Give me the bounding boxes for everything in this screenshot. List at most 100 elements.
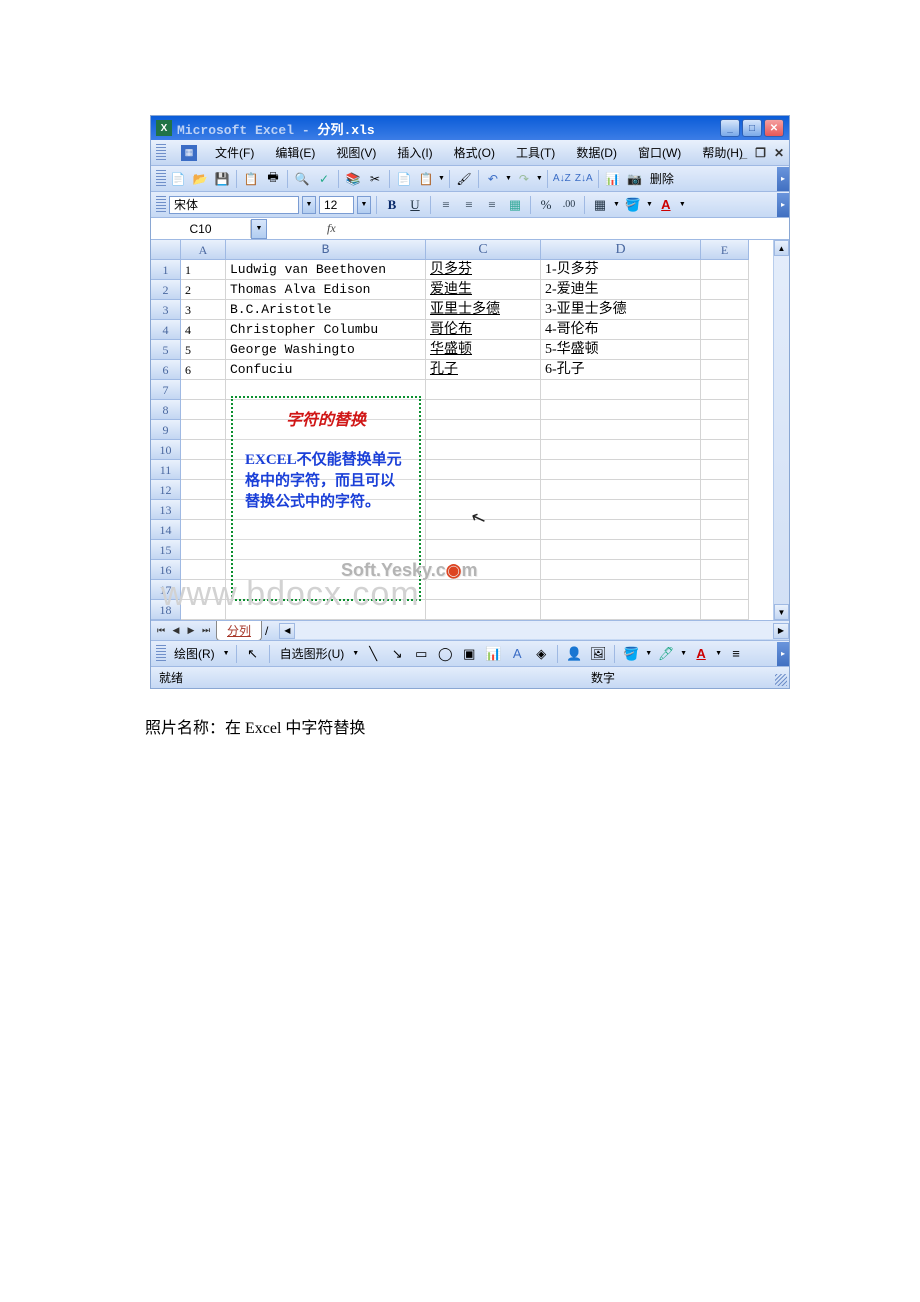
oval-icon[interactable]: ◯	[435, 644, 455, 664]
scroll-up-icon[interactable]: ▲	[774, 240, 789, 256]
fx-label[interactable]: fx	[267, 221, 376, 236]
scroll-left-icon[interactable]: ◀	[279, 623, 295, 639]
row-header[interactable]: 6	[151, 360, 181, 380]
undo-dropdown[interactable]: ▼	[505, 175, 512, 182]
cell[interactable]	[541, 540, 701, 560]
select-all-corner[interactable]	[151, 240, 181, 260]
row-header[interactable]: 14	[151, 520, 181, 540]
row-header[interactable]: 12	[151, 480, 181, 500]
cell[interactable]	[541, 480, 701, 500]
toolbar-delete[interactable]: 删除	[647, 168, 677, 189]
cell[interactable]	[226, 580, 426, 600]
merge-center-icon[interactable]: ▦	[505, 195, 525, 215]
name-box-dropdown-icon[interactable]: ▼	[251, 219, 267, 239]
cell[interactable]	[181, 480, 226, 500]
cell[interactable]	[701, 480, 749, 500]
paste-icon[interactable]: 📋	[416, 169, 436, 189]
clipart-icon[interactable]: 👤	[564, 644, 584, 664]
cell[interactable]: 5	[181, 340, 226, 360]
cell[interactable]: 4-哥伦布	[541, 320, 701, 340]
toolbar-expand-icon[interactable]: ▸	[777, 167, 789, 191]
bold-button[interactable]: B	[382, 195, 402, 215]
autoshapes-menu[interactable]: 自选图形(U)	[276, 643, 349, 664]
font-name-select[interactable]: 宋体	[169, 196, 299, 214]
cell[interactable]	[701, 400, 749, 420]
menu-edit[interactable]: 编辑(E)	[272, 142, 318, 163]
cell[interactable]	[226, 380, 426, 400]
scroll-down-icon[interactable]: ▼	[774, 604, 789, 620]
camera-icon[interactable]: 📷	[625, 169, 645, 189]
cell[interactable]: 2-爱迪生	[541, 280, 701, 300]
scroll-right-icon[interactable]: ▶	[773, 623, 789, 639]
cell[interactable]	[181, 400, 226, 420]
print-preview-icon[interactable]: 🔍	[292, 169, 312, 189]
drawing-expand-icon[interactable]: ▸	[777, 642, 789, 666]
cell[interactable]: 孔子	[426, 360, 541, 380]
rectangle-icon[interactable]: ▭	[411, 644, 431, 664]
picture-icon[interactable]: 🖼	[588, 644, 608, 664]
cell[interactable]	[701, 460, 749, 480]
cell[interactable]: Thomas Alva Edison	[226, 280, 426, 300]
row-header[interactable]: 2	[151, 280, 181, 300]
row-header[interactable]: 3	[151, 300, 181, 320]
row-header[interactable]: 17	[151, 580, 181, 600]
cell[interactable]	[226, 460, 426, 480]
diagram-icon[interactable]: ◈	[531, 644, 551, 664]
cell[interactable]	[226, 420, 426, 440]
wordart-icon[interactable]: A	[507, 644, 527, 664]
row-header[interactable]: 8	[151, 400, 181, 420]
font-name-dropdown-icon[interactable]: ▼	[302, 196, 316, 214]
new-icon[interactable]: 📄	[168, 169, 188, 189]
cell[interactable]	[181, 460, 226, 480]
col-header-e[interactable]: E	[701, 240, 749, 260]
cell[interactable]	[181, 580, 226, 600]
cell[interactable]	[226, 540, 426, 560]
cell[interactable]	[541, 500, 701, 520]
align-left-icon[interactable]: ≡	[436, 195, 456, 215]
cell[interactable]	[701, 540, 749, 560]
cell[interactable]	[226, 600, 426, 620]
spelling-icon[interactable]: ✓	[314, 169, 334, 189]
row-header[interactable]: 9	[151, 420, 181, 440]
cell[interactable]	[701, 380, 749, 400]
autoshapes-dropdown[interactable]: ▼	[352, 650, 359, 657]
font-size-select[interactable]: 12	[319, 196, 354, 214]
row-header[interactable]: 7	[151, 380, 181, 400]
row-header[interactable]: 15	[151, 540, 181, 560]
cell[interactable]: 亚里士多德	[426, 300, 541, 320]
cell[interactable]	[181, 600, 226, 620]
cell[interactable]: 华盛顿	[426, 340, 541, 360]
cell[interactable]	[426, 600, 541, 620]
cell[interactable]	[541, 440, 701, 460]
cell[interactable]	[426, 580, 541, 600]
chart-icon[interactable]: 📊	[603, 169, 623, 189]
cell[interactable]	[226, 480, 426, 500]
menu-tools[interactable]: 工具(T)	[513, 142, 558, 163]
fill-color-icon[interactable]: 🪣	[623, 195, 643, 215]
cell[interactable]	[701, 440, 749, 460]
close-button[interactable]: ✕	[764, 119, 784, 137]
cell[interactable]	[541, 520, 701, 540]
underline-button[interactable]: U	[405, 195, 425, 215]
maximize-button[interactable]: □	[742, 119, 762, 137]
sheet-tab[interactable]: 分列	[216, 621, 262, 641]
research-icon[interactable]: 📚	[343, 169, 363, 189]
cell[interactable]	[701, 520, 749, 540]
sort-asc-icon[interactable]: A↓Z	[552, 169, 572, 189]
borders-icon[interactable]: ▦	[590, 195, 610, 215]
font-color-dropdown[interactable]: ▼	[679, 201, 686, 208]
cell[interactable]: B.C.Aristotle	[226, 300, 426, 320]
textbox-icon[interactable]: ▣	[459, 644, 479, 664]
line-icon[interactable]: ╲	[363, 644, 383, 664]
cell[interactable]	[181, 380, 226, 400]
sort-desc-icon[interactable]: Z↓A	[574, 169, 594, 189]
cell[interactable]	[181, 440, 226, 460]
font-color-draw-icon[interactable]: A	[691, 644, 711, 664]
menu-data[interactable]: 数据(D)	[573, 142, 620, 163]
font-size-dropdown-icon[interactable]: ▼	[357, 196, 371, 214]
drawing-menu[interactable]: 绘图(R)	[170, 643, 219, 664]
minimize-button[interactable]: _	[720, 119, 740, 137]
print-icon[interactable]: 🖶	[263, 169, 283, 189]
menu-file[interactable]: 文件(F)	[212, 142, 257, 163]
cell[interactable]	[701, 300, 749, 320]
